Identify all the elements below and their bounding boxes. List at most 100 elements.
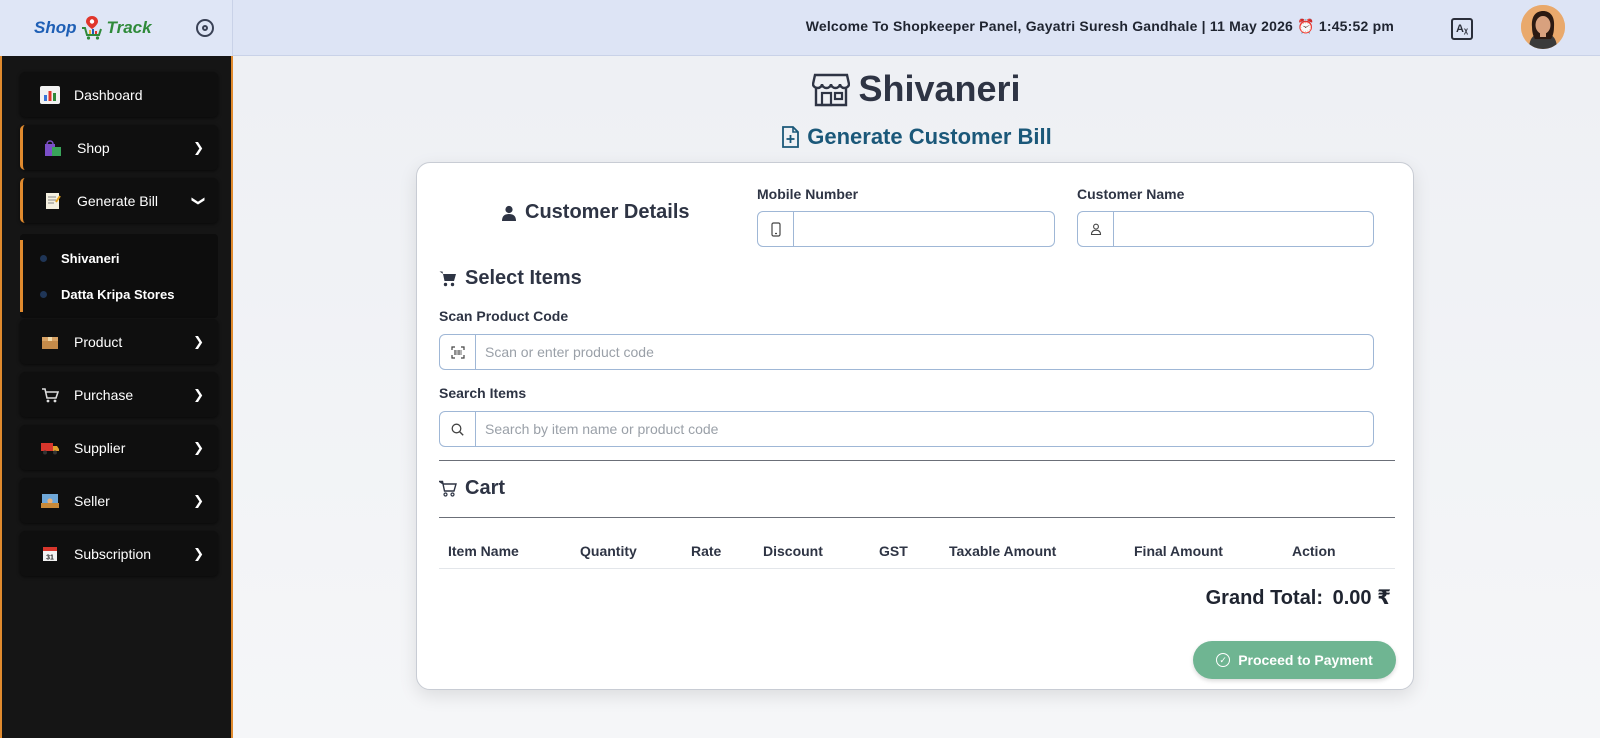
column-header-item-name: Item Name [448, 543, 519, 559]
sidebar-item-label: Shop [77, 139, 110, 156]
sidebar-item-label: Generate Bill [77, 192, 158, 209]
shop-title: Shivaneri [233, 68, 1600, 110]
scan-product-code-label: Scan Product Code [439, 308, 569, 324]
shoptrack-logo[interactable]: Shop Track [34, 12, 152, 44]
sidebar-item-generate-bill[interactable]: Generate Bill ❯ [20, 178, 218, 223]
customer-name-input[interactable] [1114, 212, 1373, 246]
column-header-rate: Rate [691, 543, 722, 559]
mobile-number-field[interactable] [757, 211, 1055, 247]
divider [439, 460, 1395, 461]
sidebar-toggle-icon[interactable] [196, 19, 214, 37]
logo-area: Shop Track [0, 0, 233, 56]
mobile-phone-icon [758, 212, 794, 246]
chevron-right-icon: ❯ [193, 386, 204, 402]
sidebar-item-label: Product [74, 333, 123, 350]
sidebar-item-label: Supplier [74, 439, 126, 456]
user-avatar[interactable] [1521, 5, 1565, 49]
chevron-right-icon: ❯ [193, 139, 204, 155]
customer-name-label: Customer Name [1077, 186, 1185, 202]
column-header-action: Action [1292, 543, 1336, 559]
column-header-quantity: Quantity [580, 543, 637, 559]
avatar-image [1521, 5, 1565, 49]
sidebar-item-seller[interactable]: Seller ❯ [20, 478, 218, 523]
memo-icon [43, 192, 63, 210]
submenu-item-datta-kripa-stores[interactable]: Datta Kripa Stores [20, 276, 218, 312]
cart-table-header: Item Name Quantity Rate Discount GST Tax… [439, 531, 1395, 569]
proceed-to-payment-label: Proceed to Payment [1238, 652, 1373, 668]
chevron-right-icon: ❯ [193, 492, 204, 508]
sidebar-item-product[interactable]: Product ❯ [20, 319, 218, 364]
cart-pin-icon [81, 16, 102, 40]
person-icon [1078, 212, 1114, 246]
page-title-text: Generate Customer Bill [807, 124, 1052, 149]
chart-icon [40, 85, 60, 104]
translate-icon[interactable]: Aᵪ [1451, 18, 1473, 40]
barcode-scan-icon [440, 335, 476, 369]
chevron-right-icon: ❯ [193, 439, 204, 455]
grand-total: Grand Total: 0.00 ₹ [1202, 585, 1391, 610]
sidebar-item-subscription[interactable]: 31 Subscription ❯ [20, 531, 218, 576]
page-title: Generate Customer Bill [233, 124, 1600, 150]
main-content: Shivaneri Generate Customer Bill Custome… [233, 56, 1600, 738]
top-bar: Shop Track Welcome To Shopkeeper Panel, … [0, 0, 1600, 56]
sidebar-item-label: Purchase [74, 386, 134, 403]
chevron-right-icon: ❯ [193, 333, 204, 349]
svg-text:31: 31 [46, 555, 54, 562]
chevron-right-icon: ❯ [193, 545, 204, 561]
chevron-down-icon: ❯ [191, 195, 207, 206]
cart-outline-icon [439, 480, 457, 497]
calendar-icon: 31 [40, 545, 60, 563]
column-header-taxable-amount: Taxable Amount [949, 543, 1057, 559]
column-header-discount: Discount [763, 543, 823, 559]
shopping-cart-icon [439, 271, 456, 287]
file-plus-icon [782, 126, 800, 148]
customer-details-label: Customer Details [525, 201, 690, 223]
bullet-icon [40, 290, 47, 298]
cart-heading: Cart [439, 477, 505, 500]
cart-label: Cart [465, 477, 506, 499]
grand-total-label: Grand Total: [1205, 587, 1324, 609]
shopping-bags-icon [43, 139, 63, 157]
sidebar: Dashboard Shop ❯ Generate Bill ❯ Shivane… [0, 56, 233, 738]
submenu-item-label: Shivaneri [61, 250, 120, 266]
scan-product-code-field[interactable] [439, 334, 1374, 370]
sidebar-item-label: Seller [74, 492, 110, 509]
search-items-label: Search Items [439, 385, 527, 401]
customer-name-field[interactable] [1077, 211, 1374, 247]
proceed-to-payment-button[interactable]: ✓ Proceed to Payment [1193, 641, 1396, 679]
submenu-item-label: Datta Kripa Stores [61, 286, 175, 302]
welcome-message: Welcome To Shopkeeper Panel, Gayatri Sur… [805, 18, 1394, 34]
logo-text-shop: Shop [34, 18, 77, 37]
search-items-field[interactable] [439, 411, 1374, 447]
bill-form-card: Customer Details Mobile Number Customer … [416, 162, 1414, 690]
column-header-final-amount: Final Amount [1134, 543, 1223, 559]
sidebar-item-label: Dashboard [74, 86, 143, 103]
customer-details-heading: Customer Details [501, 201, 690, 224]
grand-total-value: 0.00 ₹ [1332, 587, 1391, 609]
user-icon [502, 205, 516, 221]
submenu-item-shivaneri[interactable]: Shivaneri [20, 240, 218, 276]
bullet-icon [40, 254, 47, 262]
mobile-number-input[interactable] [794, 212, 1054, 246]
mobile-number-label: Mobile Number [757, 186, 859, 202]
sidebar-item-label: Subscription [74, 545, 152, 562]
store-icon [812, 73, 851, 107]
search-icon [440, 412, 476, 446]
sidebar-item-supplier[interactable]: Supplier ❯ [20, 425, 218, 470]
divider [439, 517, 1395, 518]
sidebar-item-shop[interactable]: Shop ❯ [20, 125, 218, 170]
package-icon [40, 333, 60, 351]
seller-icon [40, 492, 60, 510]
scan-product-code-input[interactable] [476, 335, 1373, 369]
logo-text-track: Track [106, 18, 152, 37]
search-items-input[interactable] [476, 412, 1373, 446]
check-circle-icon: ✓ [1216, 653, 1231, 667]
shop-name: Shivaneri [858, 68, 1021, 109]
sidebar-item-dashboard[interactable]: Dashboard [20, 72, 218, 117]
select-items-label: Select Items [465, 267, 582, 289]
generate-bill-submenu: Shivaneri Datta Kripa Stores [20, 234, 218, 318]
select-items-heading: Select Items [439, 267, 582, 290]
sidebar-item-purchase[interactable]: Purchase ❯ [20, 372, 218, 417]
truck-icon [40, 439, 60, 457]
cart-icon [40, 386, 60, 404]
